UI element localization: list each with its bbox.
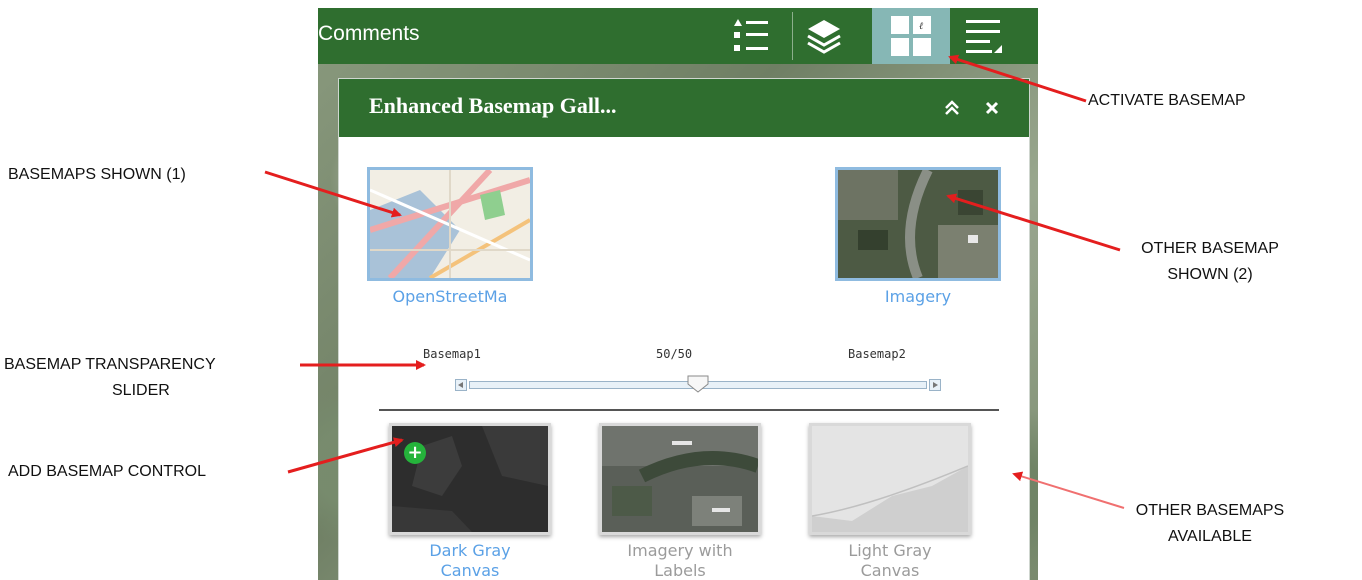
chevron-double-up-icon: [945, 100, 959, 115]
imagery-labels-caption-line1[interactable]: Imagery with: [591, 541, 769, 561]
triangle-right-icon: [933, 382, 938, 388]
basemap2-caption[interactable]: Imagery: [835, 287, 1001, 307]
collapse-button[interactable]: [939, 95, 965, 121]
toolbar-separator: [792, 12, 793, 60]
panel-title: Enhanced Basemap Gall...: [369, 93, 617, 118]
gallery-divider: [379, 409, 999, 411]
dark-gray-canvas-thumbnail[interactable]: +: [389, 423, 551, 535]
slider-left-label: Basemap1: [423, 347, 481, 361]
light-gray-map-image: [812, 426, 968, 532]
menu-button[interactable]: [958, 8, 1010, 64]
annotation-other-basemaps-available: OTHER BASEMAPS AVAILABLE: [1135, 502, 1285, 545]
panel-header: Enhanced Basemap Gall...: [339, 79, 1029, 137]
layers-icon: [807, 20, 841, 54]
light-gray-caption-line2[interactable]: Canvas: [801, 561, 979, 580]
imagery-labels-caption-line2[interactable]: Labels: [591, 561, 769, 580]
slider-value-label: 50/50: [656, 347, 693, 361]
layers-button[interactable]: [798, 8, 850, 64]
imagery-image: [838, 170, 998, 278]
svg-text:ℓ: ℓ: [919, 21, 923, 32]
list-button[interactable]: [726, 8, 778, 64]
basemap1-caption[interactable]: OpenStreetMa: [359, 287, 541, 307]
basemap1-thumbnail[interactable]: [367, 167, 533, 281]
annotation-add-basemap-control: ADD BASEMAP CONTROL: [8, 463, 206, 480]
dark-gray-caption-line1[interactable]: Dark Gray: [381, 541, 559, 561]
light-gray-canvas-thumbnail[interactable]: [809, 423, 971, 535]
close-button[interactable]: [979, 95, 1005, 121]
top-toolbar: Comments ℓ: [318, 8, 1038, 64]
basemap-gallery-panel: Enhanced Basemap Gall... OpenStreetMa Im…: [338, 78, 1030, 580]
basemap-gallery-button[interactable]: ℓ: [872, 8, 950, 64]
slider-decrement-button[interactable]: [455, 379, 467, 391]
triangle-left-icon: [458, 382, 463, 388]
annotation-other-basemap-shown: OTHER BASEMAP SHOWN (2): [1141, 240, 1279, 283]
annotation-basemaps-shown: BASEMAPS SHOWN (1): [8, 166, 186, 183]
imagery-labels-image: [602, 426, 758, 532]
annotation-transparency-slider: BASEMAP TRANSPARENCY SLIDER: [4, 356, 216, 399]
topbar-title: Comments: [318, 22, 420, 45]
basemap-app: Comments ℓ Enhanced Basemap Gall... Open…: [318, 8, 1038, 580]
transparency-slider-thumb[interactable]: [687, 375, 709, 393]
basemap2-thumbnail[interactable]: [835, 167, 1001, 281]
light-gray-caption-line1[interactable]: Light Gray: [801, 541, 979, 561]
dark-gray-caption-line2[interactable]: Canvas: [381, 561, 559, 580]
slider-right-label: Basemap2: [848, 347, 906, 361]
annotation-activate-basemap: ACTIVATE BASEMAP: [1088, 92, 1246, 109]
street-map-image: [370, 170, 530, 278]
imagery-with-labels-thumbnail[interactable]: [599, 423, 761, 535]
menu-icon: [966, 20, 1002, 53]
plus-icon: +: [407, 442, 423, 463]
basemap-gallery-icon: ℓ: [891, 16, 931, 56]
slider-handle-icon: [687, 375, 709, 393]
slider-increment-button[interactable]: [929, 379, 941, 391]
add-basemap-button[interactable]: +: [404, 442, 426, 464]
list-icon: [734, 19, 768, 51]
close-icon: [985, 101, 999, 115]
